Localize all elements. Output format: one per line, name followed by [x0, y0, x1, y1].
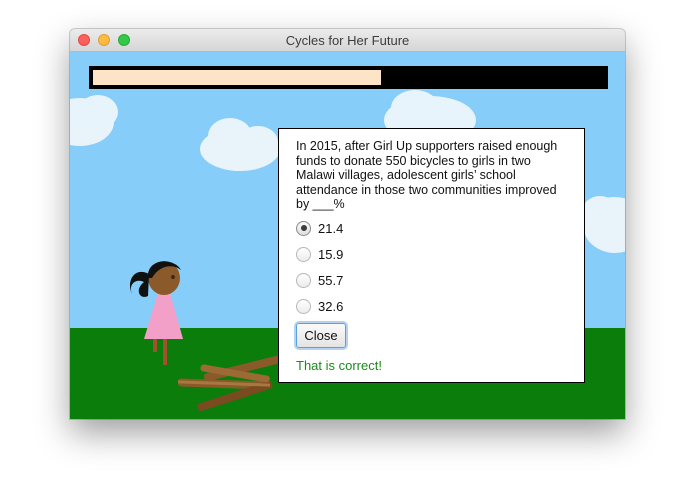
cloud-center: [200, 118, 280, 171]
cloud-left: [70, 95, 118, 146]
radio-button[interactable]: [296, 272, 311, 288]
progress-bar: [89, 66, 608, 89]
quiz-dialog: In 2015, after Girl Up supporters raised…: [278, 128, 585, 383]
option-label: 21.4: [318, 220, 344, 236]
radio-button[interactable]: [296, 298, 311, 314]
option-4[interactable]: 32.6: [296, 297, 343, 315]
progress-fill: [93, 70, 381, 85]
option-label: 32.6: [318, 298, 344, 314]
app-window: Cycles for Her Future In 2015, after Gir…: [70, 29, 625, 419]
radio-button[interactable]: [296, 246, 311, 262]
quiz-question: In 2015, after Girl Up supporters raised…: [296, 139, 558, 211]
close-button[interactable]: Close: [296, 323, 346, 348]
radio-button[interactable]: [296, 220, 311, 236]
option-1[interactable]: 21.4: [296, 219, 343, 237]
game-scene: In 2015, after Girl Up supporters raised…: [70, 52, 625, 419]
window-title: Cycles for Her Future: [285, 33, 410, 48]
option-3[interactable]: 55.7: [296, 271, 343, 289]
option-2[interactable]: 15.9: [296, 245, 343, 263]
feedback-message: That is correct!: [296, 358, 382, 373]
title-bar: Cycles for Her Future: [70, 29, 625, 52]
cloud-right: [582, 196, 625, 253]
option-label: 55.7: [318, 272, 344, 288]
option-label: 15.9: [318, 246, 344, 262]
